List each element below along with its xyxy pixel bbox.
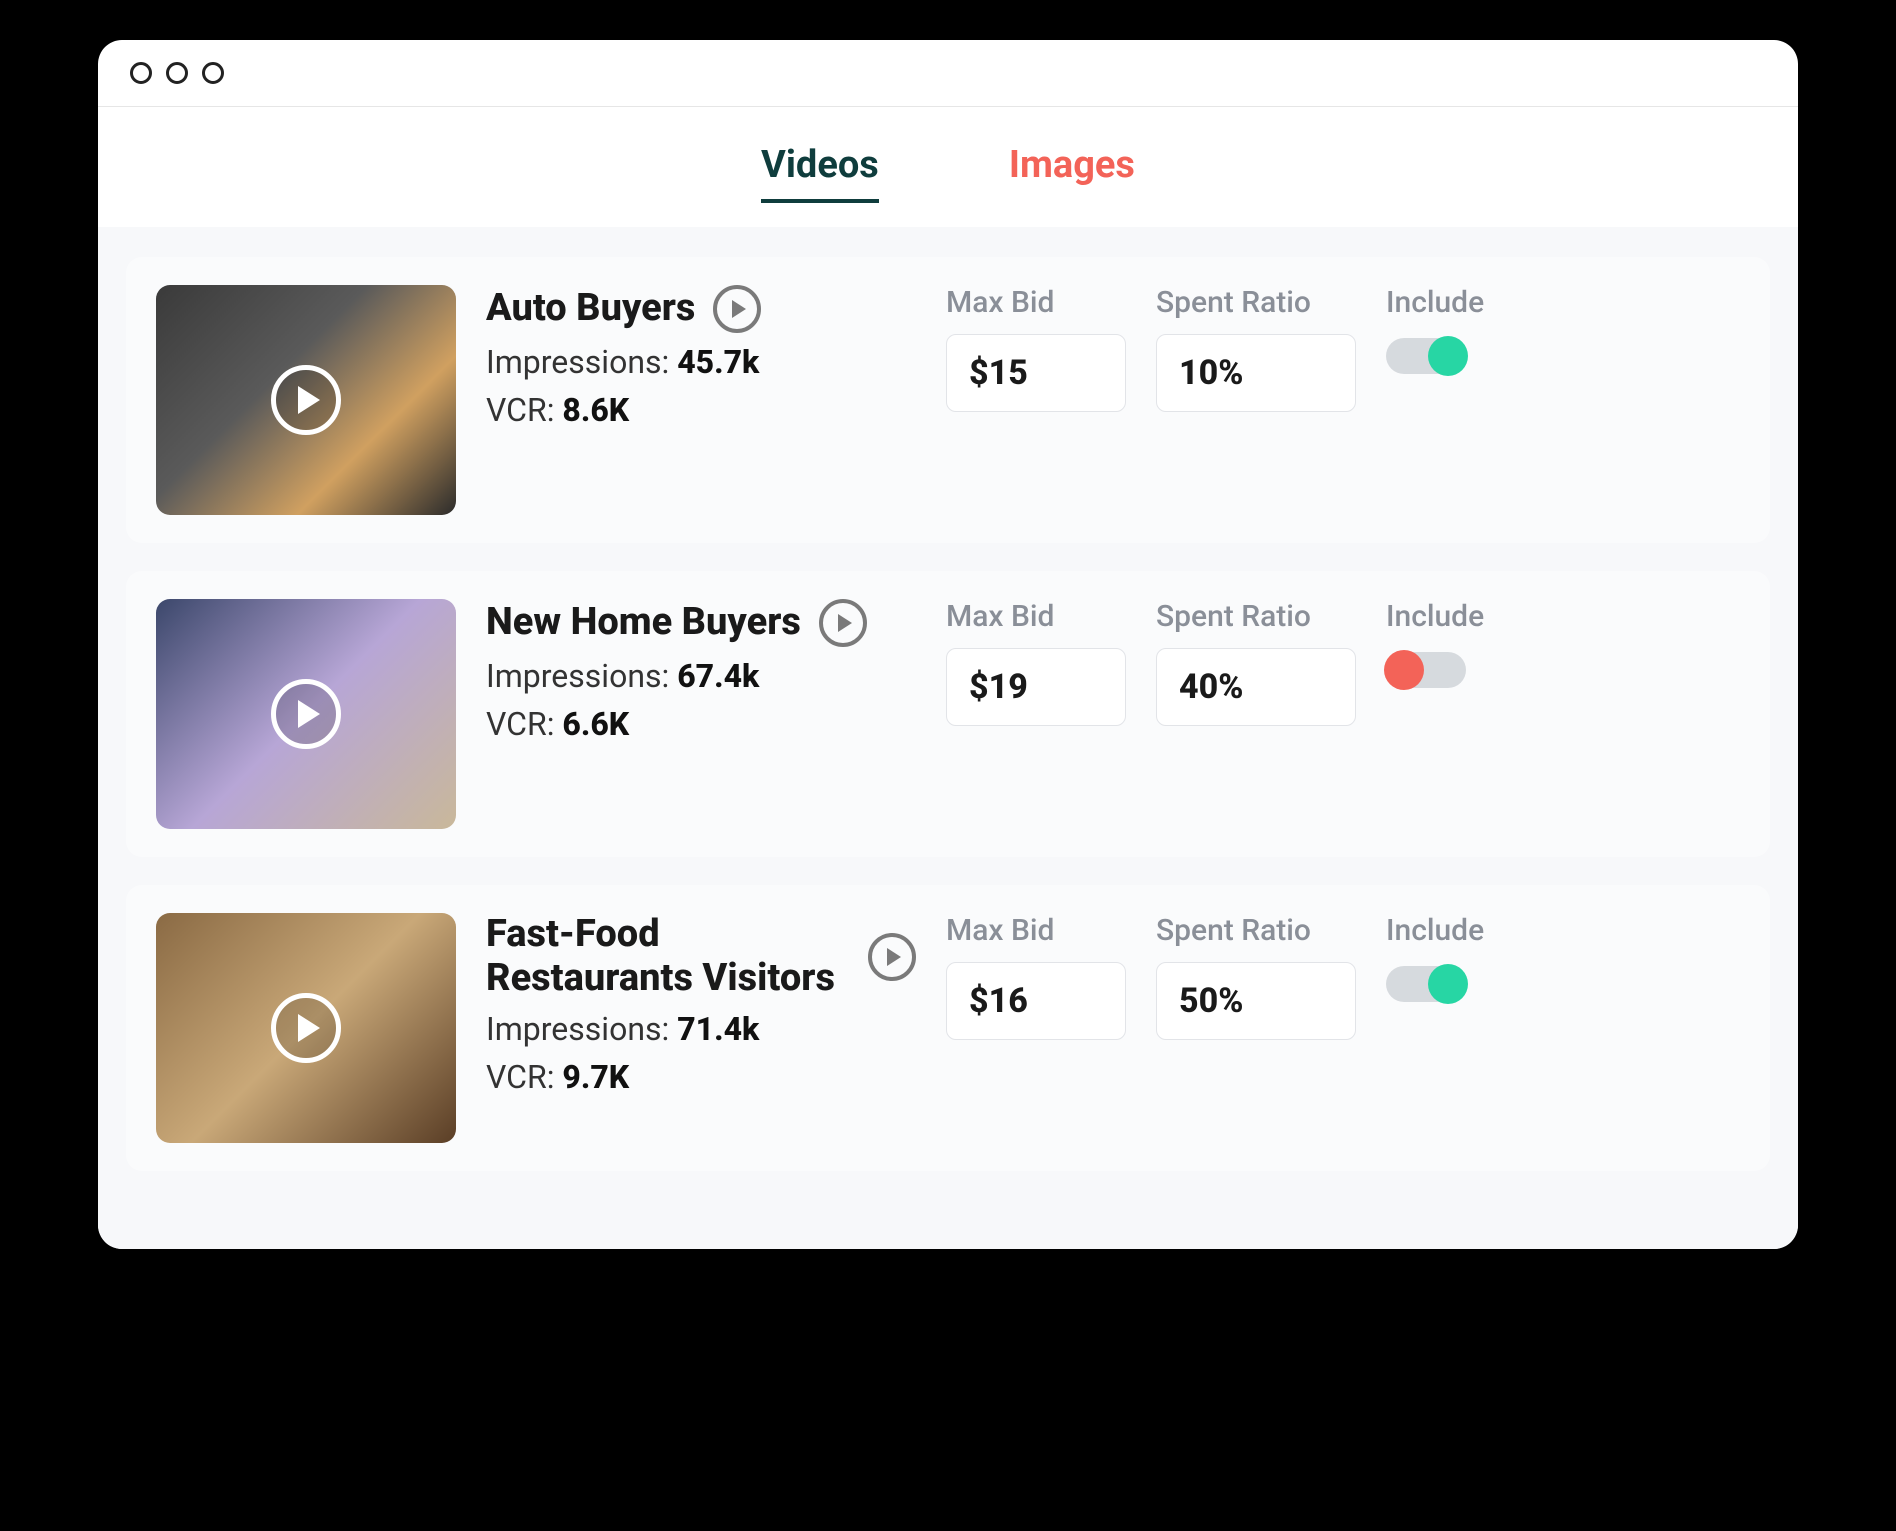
play-icon — [271, 993, 341, 1063]
vcr-stat: VCR: 9.7K — [486, 1058, 916, 1096]
video-thumbnail[interactable] — [156, 285, 456, 515]
max-bid-input[interactable]: $16 — [946, 962, 1126, 1040]
app-window: Videos Images Auto Buyers Impressions: 4… — [98, 40, 1798, 1249]
impressions-stat: Impressions: 45.7k — [486, 343, 916, 381]
spent-ratio-input[interactable]: 50% — [1156, 962, 1356, 1040]
video-thumbnail[interactable] — [156, 913, 456, 1143]
include-column: Include — [1386, 285, 1546, 374]
play-button-icon[interactable] — [713, 285, 761, 333]
audience-row: Auto Buyers Impressions: 45.7k VCR: 8.6K… — [126, 257, 1770, 543]
content-list: Auto Buyers Impressions: 45.7k VCR: 8.6K… — [98, 227, 1798, 1249]
window-control-zoom[interactable] — [202, 62, 224, 84]
play-button-icon[interactable] — [868, 933, 916, 981]
audience-info: New Home Buyers Impressions: 67.4k VCR: … — [486, 599, 916, 743]
spent-ratio-column: Spent Ratio 50% — [1156, 913, 1356, 1040]
include-label: Include — [1386, 599, 1546, 634]
spent-ratio-column: Spent Ratio 10% — [1156, 285, 1356, 412]
vcr-stat: VCR: 6.6K — [486, 705, 916, 743]
spent-ratio-column: Spent Ratio 40% — [1156, 599, 1356, 726]
impressions-stat: Impressions: 67.4k — [486, 657, 916, 695]
impressions-stat: Impressions: 71.4k — [486, 1010, 916, 1048]
window-titlebar — [98, 40, 1798, 107]
tab-images[interactable]: Images — [1009, 143, 1135, 203]
include-label: Include — [1386, 913, 1546, 948]
window-control-close[interactable] — [130, 62, 152, 84]
max-bid-label: Max Bid — [946, 285, 1126, 320]
toggle-knob — [1384, 650, 1424, 690]
audience-info: Auto Buyers Impressions: 45.7k VCR: 8.6K — [486, 285, 916, 429]
include-column: Include — [1386, 599, 1546, 688]
play-button-icon[interactable] — [819, 599, 867, 647]
spent-ratio-label: Spent Ratio — [1156, 913, 1356, 948]
spent-ratio-input[interactable]: 10% — [1156, 334, 1356, 412]
audience-info: Fast-Food Restaurants Visitors Impressio… — [486, 913, 916, 1096]
audience-row: New Home Buyers Impressions: 67.4k VCR: … — [126, 571, 1770, 857]
play-icon — [271, 679, 341, 749]
toggle-knob — [1428, 336, 1468, 376]
toggle-knob — [1428, 964, 1468, 1004]
audience-title: New Home Buyers — [486, 601, 801, 645]
max-bid-label: Max Bid — [946, 913, 1126, 948]
tabs: Videos Images — [98, 107, 1798, 227]
max-bid-column: Max Bid $16 — [946, 913, 1126, 1040]
audience-title: Fast-Food Restaurants Visitors — [486, 913, 850, 1000]
max-bid-label: Max Bid — [946, 599, 1126, 634]
max-bid-column: Max Bid $19 — [946, 599, 1126, 726]
include-label: Include — [1386, 285, 1546, 320]
vcr-stat: VCR: 8.6K — [486, 391, 916, 429]
spent-ratio-label: Spent Ratio — [1156, 599, 1356, 634]
max-bid-input[interactable]: $19 — [946, 648, 1126, 726]
play-icon — [271, 365, 341, 435]
audience-row: Fast-Food Restaurants Visitors Impressio… — [126, 885, 1770, 1171]
spent-ratio-label: Spent Ratio — [1156, 285, 1356, 320]
include-toggle[interactable] — [1386, 338, 1466, 374]
max-bid-input[interactable]: $15 — [946, 334, 1126, 412]
include-toggle[interactable] — [1386, 652, 1466, 688]
spent-ratio-input[interactable]: 40% — [1156, 648, 1356, 726]
video-thumbnail[interactable] — [156, 599, 456, 829]
max-bid-column: Max Bid $15 — [946, 285, 1126, 412]
audience-title: Auto Buyers — [486, 287, 695, 331]
include-toggle[interactable] — [1386, 966, 1466, 1002]
tab-videos[interactable]: Videos — [761, 143, 879, 203]
include-column: Include — [1386, 913, 1546, 1002]
window-control-minimize[interactable] — [166, 62, 188, 84]
